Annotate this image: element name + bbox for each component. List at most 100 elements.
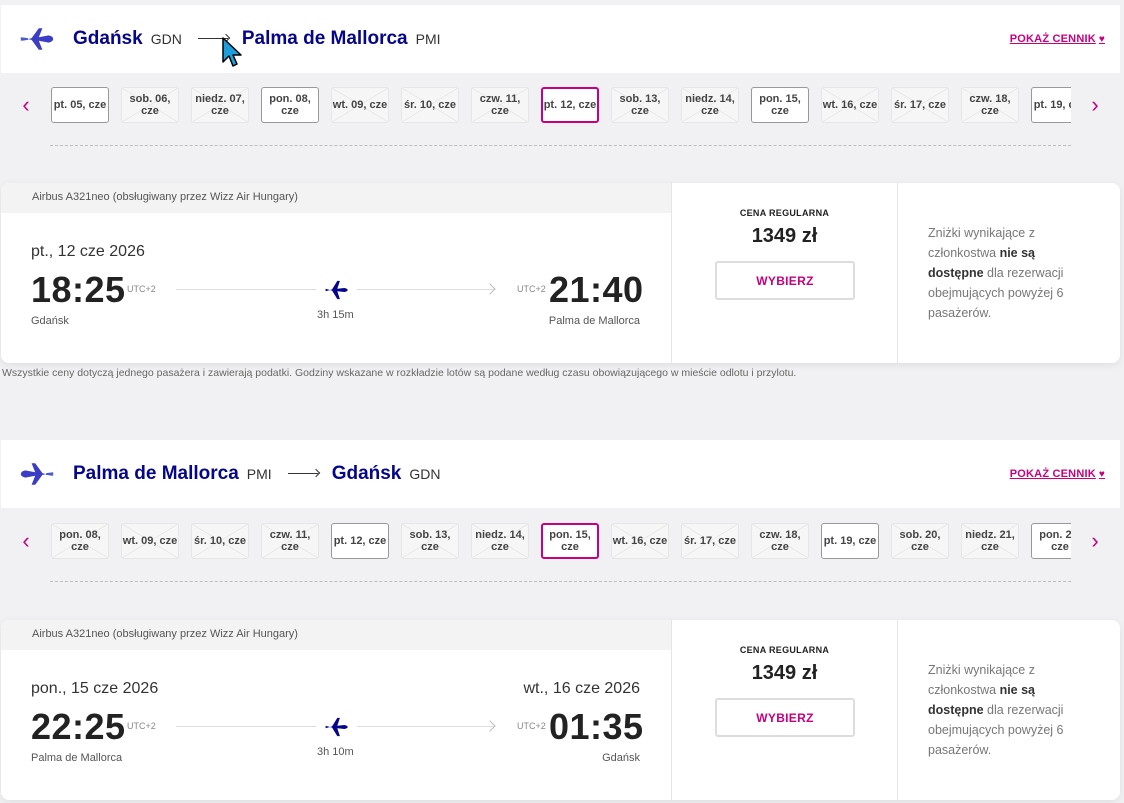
date-option[interactable]: śr. 10, cze xyxy=(191,523,249,559)
date-option-label: pon. 08, cze xyxy=(59,529,101,553)
return-date-strip: ‹ pon. 08, cze wt. 09, cze śr. 10, cze czw.… xyxy=(0,518,1124,568)
aircraft-info: Airbus A321neo (obsługiwany przez Wizz A… xyxy=(1,183,671,213)
date-option[interactable]: pt. 19, cze xyxy=(1031,87,1071,123)
destination-city: Gdańsk xyxy=(331,463,402,484)
flight-line xyxy=(176,289,316,290)
select-button[interactable]: WYBIERZ xyxy=(715,698,855,737)
date-option-label: pon. 08, cze xyxy=(269,93,311,117)
date-option[interactable]: sob. 13, cze xyxy=(611,87,669,123)
show-prices-label: POKAŻ CENNIK xyxy=(1009,468,1096,480)
date-option-label: pt. 19, cze xyxy=(823,535,877,547)
price-label: CENA REGULARNA xyxy=(739,645,830,655)
date-option[interactable]: pt. 12, cze xyxy=(541,87,599,123)
price: 1349 zł xyxy=(751,662,818,684)
date-option[interactable]: pt. 12, cze xyxy=(331,523,389,559)
origin-code: GDN xyxy=(150,31,182,47)
chevron-left-icon[interactable]: ‹ xyxy=(18,530,34,554)
date-option[interactable]: wt. 09, cze xyxy=(331,87,389,123)
route-title: Gdańsk GDN Palma de Mallorca PMI xyxy=(73,28,441,50)
date-option-label: czw. 18, cze xyxy=(759,529,801,553)
date-option[interactable]: niedz. 07, cze xyxy=(191,87,249,123)
arrival-airport: Gdańsk xyxy=(602,752,640,764)
date-option[interactable]: wt. 16, cze xyxy=(611,523,669,559)
date-option[interactable]: czw. 18, cze xyxy=(751,523,809,559)
departure-time: 22:25 xyxy=(31,706,126,747)
flight-duration: 3h 10m xyxy=(317,746,354,758)
date-option[interactable]: pon. 08, cze xyxy=(51,523,109,559)
date-option[interactable]: sob. 13, cze xyxy=(401,523,459,559)
select-button[interactable]: WYBIERZ xyxy=(715,261,855,300)
departure-date: pt., 12 cze 2026 xyxy=(31,243,145,260)
departure-airport: Gdańsk xyxy=(31,315,69,327)
date-option-label: śr. 10, cze xyxy=(194,535,246,547)
date-option[interactable]: pt. 05, cze xyxy=(51,87,109,123)
date-option[interactable]: wt. 09, cze xyxy=(121,523,179,559)
date-option-label: niedz. 14, cze xyxy=(475,529,525,553)
date-option[interactable]: śr. 17, cze xyxy=(681,523,739,559)
date-option[interactable]: sob. 06, cze xyxy=(121,87,179,123)
arrival-timezone: UTC+2 xyxy=(517,284,546,294)
route-arrow-icon xyxy=(287,473,318,474)
show-prices-link[interactable]: POKAŻ CENNIK ♥ xyxy=(1010,33,1105,45)
date-option-label: śr. 17, cze xyxy=(684,535,736,547)
route-title: Palma de Mallorca PMI Gdańsk GDN xyxy=(73,463,441,485)
date-option[interactable]: pon. 15, cze xyxy=(541,523,599,559)
outbound-date-strip: ‹ pt. 05, cze sob. 06, cze niedz. 07, cze p… xyxy=(0,82,1124,132)
chevron-right-icon[interactable]: › xyxy=(1087,530,1103,554)
date-option-label: pt. 19, cze xyxy=(1033,99,1071,111)
departure-time: 18:25 xyxy=(31,269,126,310)
airplane-icon xyxy=(325,280,348,300)
date-option-label: wt. 16, cze xyxy=(822,99,878,111)
date-option[interactable]: sob. 20, cze xyxy=(891,523,949,559)
date-option-label: niedz. 14, cze xyxy=(685,93,735,117)
airplane-icon xyxy=(20,28,54,50)
departure-timezone: UTC+2 xyxy=(127,284,156,294)
date-option[interactable]: śr. 17, cze xyxy=(891,87,949,123)
date-option[interactable]: niedz. 21, cze xyxy=(961,523,1019,559)
show-prices-label: POKAŻ CENNIK xyxy=(1009,33,1096,45)
price-section: CENA REGULARNA 1349 zł WYBIERZ xyxy=(671,183,897,363)
price-section: CENA REGULARNA 1349 zł WYBIERZ xyxy=(671,620,897,800)
date-option[interactable]: pon. 15, cze xyxy=(751,87,809,123)
date-option-label: pon. 22, cze xyxy=(1039,529,1071,553)
date-option-label: śr. 17, cze xyxy=(894,99,946,111)
chevron-right-icon[interactable]: › xyxy=(1087,94,1103,118)
date-option-label: sob. 20, cze xyxy=(899,529,941,553)
date-option[interactable]: pon. 22, cze xyxy=(1031,523,1071,559)
chevron-left-icon[interactable]: ‹ xyxy=(18,94,34,118)
return-flight-card: Airbus A321neo (obsługiwany przez Wizz A… xyxy=(1,620,1120,800)
discount-note: Zniżki wynikające z członkostwa nie są d… xyxy=(928,226,1064,320)
departure-date: pon., 15 cze 2026 xyxy=(31,680,159,697)
flight-duration: 3h 15m xyxy=(317,309,354,321)
airplane-icon xyxy=(20,463,54,485)
date-option-label: pon. 15, cze xyxy=(549,529,591,553)
date-option-label: czw. 11, cze xyxy=(269,529,311,553)
outbound-flight-card: Airbus A321neo (obsługiwany przez Wizz A… xyxy=(1,183,1120,363)
date-option[interactable]: pon. 08, cze xyxy=(261,87,319,123)
departure-timezone: UTC+2 xyxy=(127,721,156,731)
date-option-label: sob. 13, cze xyxy=(409,529,451,553)
date-option[interactable]: czw. 11, cze xyxy=(261,523,319,559)
price-label: CENA REGULARNA xyxy=(739,208,830,218)
date-option[interactable]: niedz. 14, cze xyxy=(471,523,529,559)
date-option[interactable]: czw. 18, cze xyxy=(961,87,1019,123)
flight-line-arrow xyxy=(357,726,495,727)
date-option[interactable]: pt. 19, cze xyxy=(821,523,879,559)
airplane-icon xyxy=(325,717,348,737)
date-option[interactable]: śr. 10, cze xyxy=(401,87,459,123)
date-option-label: pt. 12, cze xyxy=(333,535,387,547)
date-option-label: sob. 13, cze xyxy=(619,93,661,117)
departure-airport: Palma de Mallorca xyxy=(31,752,123,764)
price: 1349 zł xyxy=(751,225,818,247)
arrival-time: 21:40 xyxy=(549,269,644,310)
origin-city: Palma de Mallorca xyxy=(73,463,239,484)
date-option[interactable]: czw. 11, cze xyxy=(471,87,529,123)
date-option[interactable]: wt. 16, cze xyxy=(821,87,879,123)
date-option-label: pt. 05, cze xyxy=(53,99,107,111)
heart-icon: ♥ xyxy=(1098,468,1105,480)
arrival-time: 01:35 xyxy=(549,706,644,747)
date-option[interactable]: niedz. 14, cze xyxy=(681,87,739,123)
show-prices-link[interactable]: POKAŻ CENNIK ♥ xyxy=(1010,468,1105,480)
arrival-date: wt., 16 cze 2026 xyxy=(523,680,640,697)
discount-note-section: Zniżki wynikające z członkostwa nie są d… xyxy=(897,620,1120,800)
